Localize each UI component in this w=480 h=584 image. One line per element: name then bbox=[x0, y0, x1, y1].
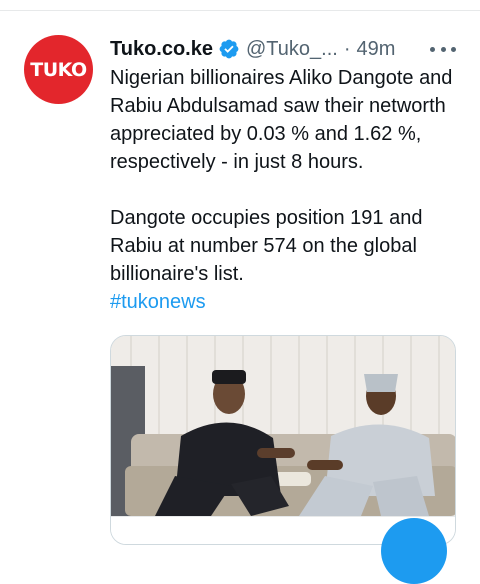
verified-badge-icon bbox=[219, 39, 239, 59]
tweet-text: Nigerian billionaires Aliko Dangote and … bbox=[110, 64, 470, 316]
tweet-header: Tuko.co.ke @Tuko_... · 49m bbox=[110, 36, 460, 62]
separator-dot: · bbox=[343, 37, 351, 60]
tweet[interactable]: TUKO Tuko.co.ke @Tuko_... · 49m Nigerian… bbox=[0, 0, 480, 584]
media-card[interactable] bbox=[110, 335, 456, 545]
timestamp[interactable]: 49m bbox=[357, 38, 396, 61]
user-handle[interactable]: @Tuko_... bbox=[246, 38, 338, 61]
compose-tweet-button[interactable] bbox=[381, 518, 447, 584]
hashtag-link[interactable]: #tukonews bbox=[110, 288, 470, 316]
tweet-paragraph-1: Nigerian billionaires Aliko Dangote and … bbox=[110, 67, 453, 173]
tweet-paragraph-2: Dangote occupies position 191 and Rabiu … bbox=[110, 207, 423, 285]
avatar[interactable]: TUKO bbox=[24, 35, 93, 104]
avatar-logo-text: TUKO bbox=[30, 58, 87, 81]
more-options-icon[interactable] bbox=[430, 39, 456, 59]
tweet-photo[interactable] bbox=[111, 336, 456, 516]
display-name[interactable]: Tuko.co.ke bbox=[110, 38, 213, 61]
